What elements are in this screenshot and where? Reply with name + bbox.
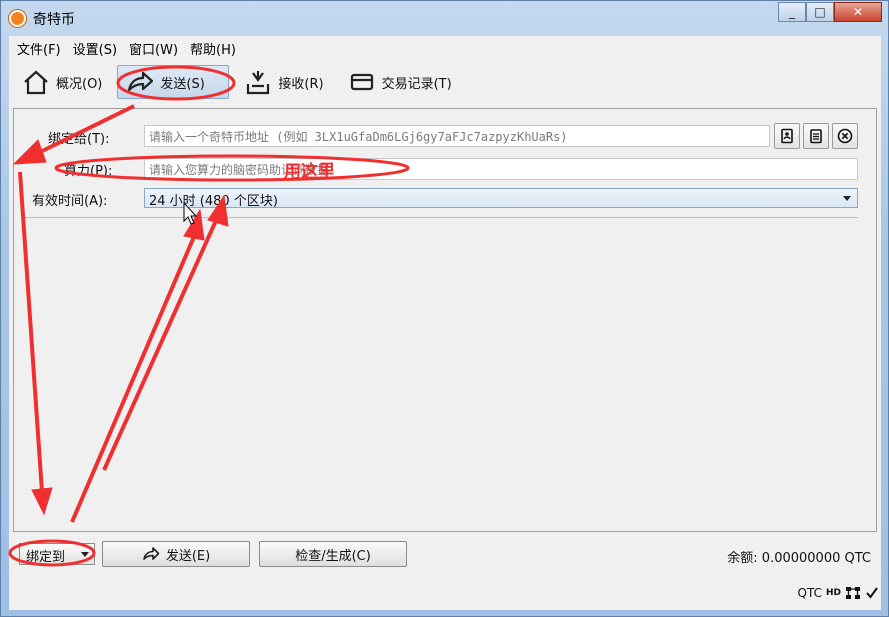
window-title: 奇特币 xyxy=(33,12,75,28)
bind-to-row: 绑定给(T): 请输入一个奇特币地址 (例如 3LX1uGfaDm6LGj6gy… xyxy=(14,123,878,149)
menu-settings[interactable]: 设置(S) xyxy=(67,39,123,58)
close-button[interactable]: ✕ xyxy=(834,2,882,22)
chevron-down-icon xyxy=(81,552,89,557)
balance-text: 余额: 0.00000000 QTC xyxy=(727,551,871,566)
power-input[interactable]: 请输入您算力的脑密码助记词数据 xyxy=(144,158,858,180)
send-panel: 绑定给(T): 请输入一个奇特币地址 (例如 3LX1uGfaDm6LGj6gy… xyxy=(13,108,877,532)
bottom-bar: 绑定到 发送(E) 检查/生成(C) 余额: 0.00000000 QTC xyxy=(9,540,881,570)
tab-send-label: 发送(S) xyxy=(160,76,205,92)
app-window: 奇特币 _ □ ✕ 文件(F) 设置(S) 窗口(W) 帮助(H) 概况(O) … xyxy=(0,0,889,617)
app-logo-icon xyxy=(9,10,26,27)
clear-icon xyxy=(837,128,853,144)
validity-select-value: 24 小时 (480 个区块) xyxy=(149,194,278,209)
power-row: 算力(P): 请输入您算力的脑密码助记词数据 xyxy=(14,157,878,181)
send-arrow-icon xyxy=(143,547,160,560)
card-icon xyxy=(350,73,373,91)
title-bar: 奇特币 _ □ ✕ xyxy=(1,1,888,35)
check-generate-button[interactable]: 检查/生成(C) xyxy=(259,541,407,567)
tab-overview-label: 概况(O) xyxy=(56,76,103,92)
send-arrow-icon xyxy=(128,71,154,92)
address-book-button[interactable] xyxy=(774,123,800,149)
maximize-button[interactable]: □ xyxy=(806,2,834,22)
paste-icon xyxy=(810,129,822,144)
menu-bar: 文件(F) 设置(S) 窗口(W) 帮助(H) xyxy=(9,36,881,60)
mode-select[interactable]: 绑定到 xyxy=(19,543,95,565)
hd-label: HD xyxy=(825,588,841,598)
bind-to-label: 绑定给(T): xyxy=(48,132,110,147)
home-icon xyxy=(24,70,48,95)
window-controls: _ □ ✕ xyxy=(778,2,882,22)
tab-transactions-label: 交易记录(T) xyxy=(381,76,452,92)
address-book-icon xyxy=(781,128,793,144)
validity-label: 有效时间(A): xyxy=(32,194,108,209)
network-icon[interactable] xyxy=(845,586,861,600)
tab-send[interactable]: 发送(S) xyxy=(117,65,230,99)
power-label: 算力(P): xyxy=(64,164,113,179)
menu-window[interactable]: 窗口(W) xyxy=(123,39,184,58)
tab-transactions[interactable]: 交易记录(T) xyxy=(339,65,461,99)
chevron-down-icon xyxy=(843,196,851,201)
toolbar: 概况(O) 发送(S) 接收(R) 交易记录(T) xyxy=(9,60,881,104)
check-generate-label: 检查/生成(C) xyxy=(295,548,371,564)
client-area: 文件(F) 设置(S) 窗口(W) 帮助(H) 概况(O) 发送(S) 接收(R… xyxy=(9,36,881,610)
mode-select-value: 绑定到 xyxy=(26,550,66,565)
validity-select[interactable]: 24 小时 (480 个区块) xyxy=(144,188,858,209)
tab-receive[interactable]: 接收(R) xyxy=(235,65,332,99)
receive-tray-icon xyxy=(247,71,270,95)
menu-file[interactable]: 文件(F) xyxy=(11,39,67,58)
address-buttons xyxy=(774,123,861,149)
bind-to-address-input[interactable]: 请输入一个奇特币地址 (例如 3LX1uGfaDm6LGj6gy7aFJc7az… xyxy=(144,125,770,147)
send-button-label: 发送(E) xyxy=(165,548,211,564)
tab-receive-label: 接收(R) xyxy=(278,76,324,92)
clear-button[interactable] xyxy=(832,123,858,149)
minimize-button[interactable]: _ xyxy=(778,2,806,22)
tab-overview[interactable]: 概况(O) xyxy=(13,65,111,99)
send-button[interactable]: 发送(E) xyxy=(102,541,250,567)
check-icon xyxy=(866,587,878,599)
unit-label: QTC xyxy=(797,586,822,600)
paste-button[interactable] xyxy=(803,123,829,149)
status-bar: QTC HD xyxy=(9,578,881,606)
divider xyxy=(22,217,858,218)
validity-row: 有效时间(A): 24 小时 (480 个区块) xyxy=(14,188,878,212)
menu-help[interactable]: 帮助(H) xyxy=(184,39,242,58)
annotation-text: 用这里 xyxy=(284,162,335,182)
status-icons: QTC HD xyxy=(798,586,879,600)
